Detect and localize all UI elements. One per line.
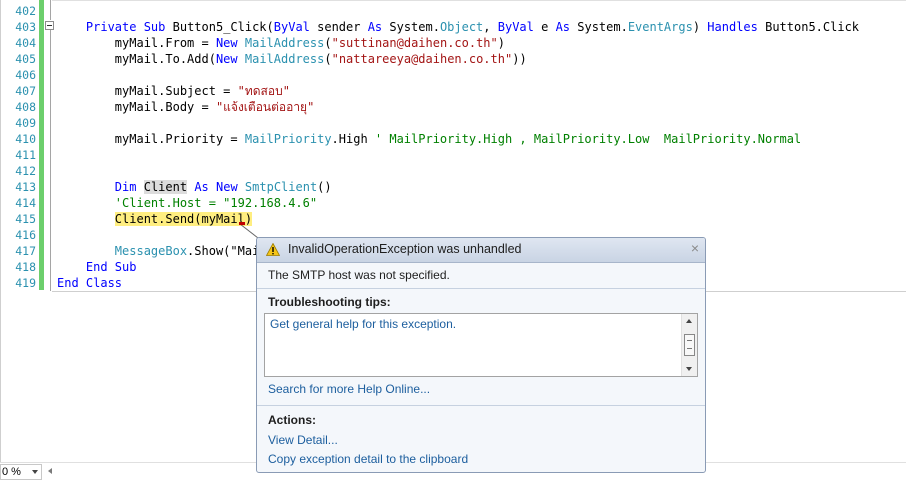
code-line-414: 'Client.Host = "192.168.4.6"	[114, 196, 318, 210]
scroll-up-icon[interactable]	[686, 319, 692, 323]
line-number: 405	[15, 52, 36, 66]
search-help-online-link[interactable]: Search for more Help Online...	[268, 382, 430, 396]
line-number: 413	[15, 180, 36, 194]
line-number: 412	[15, 164, 36, 178]
line-number: 417	[15, 244, 36, 258]
line-number: 402	[15, 4, 36, 18]
line-number: 410	[15, 132, 36, 146]
scroll-thumb[interactable]	[684, 334, 695, 356]
code-line-415: Client.Send(myMail)	[57, 211, 253, 227]
line-number: 404	[15, 36, 36, 50]
code-line-418: End Sub	[85, 260, 137, 274]
editor-top-divider	[52, 0, 906, 1]
line-number: 415	[15, 212, 36, 226]
code-line-413: Dim Client As New SmtpClient()	[114, 180, 332, 194]
divider	[257, 405, 705, 406]
exception-message: The SMTP host was not specified.	[268, 268, 450, 282]
zoom-dropdown[interactable]: 0 %	[0, 464, 42, 480]
divider	[257, 288, 705, 289]
troubleshooting-tips-list[interactable]: Get general help for this exception.	[264, 313, 698, 377]
troubleshooting-heading: Troubleshooting tips:	[268, 295, 391, 309]
exception-assistant: InvalidOperationException was unhandled …	[256, 237, 706, 473]
line-number: 407	[15, 84, 36, 98]
code-line-404: myMail.From = New MailAddress("suttinan@…	[114, 36, 505, 50]
scroll-left-icon[interactable]	[48, 468, 52, 474]
outline-guide	[50, 30, 51, 291]
exception-header[interactable]: InvalidOperationException was unhandled …	[257, 238, 705, 263]
code-line-408: myMail.Body = "แจ้งเตือนต่ออายุ"	[114, 100, 315, 114]
exception-title: InvalidOperationException was unhandled	[288, 242, 522, 256]
line-number: 418	[15, 260, 36, 274]
scroll-down-icon[interactable]	[686, 367, 692, 371]
code-line-403: Private Sub Button5_Click(ByVal sender A…	[85, 20, 860, 34]
line-number: 411	[15, 148, 36, 162]
zoom-value: 0 %	[2, 466, 21, 478]
general-help-link[interactable]: Get general help for this exception.	[270, 317, 456, 331]
line-number: 414	[15, 196, 36, 210]
view-detail-link[interactable]: View Detail...	[268, 433, 338, 447]
code-line-407: myMail.Subject = "ทดสอบ"	[114, 84, 290, 98]
outline-guide	[50, 0, 51, 20]
current-statement-highlight[interactable]: Client.Send(myMail)	[114, 212, 253, 226]
line-number: 406	[15, 68, 36, 82]
line-number: 416	[15, 228, 36, 242]
code-line-417: MessageBox.Show("Mai	[114, 244, 260, 258]
line-number: 419	[15, 276, 36, 290]
line-number: 403	[15, 20, 36, 34]
line-number: 408	[15, 100, 36, 114]
line-number: 409	[15, 116, 36, 130]
copy-exception-link[interactable]: Copy exception detail to the clipboard	[268, 452, 468, 466]
code-line-410: myMail.Priority = MailPriority.High ' Ma…	[114, 132, 802, 146]
warning-icon	[266, 243, 280, 256]
change-tracking-bar	[39, 0, 44, 290]
close-icon[interactable]: ×	[691, 240, 699, 256]
collapse-icon[interactable]	[45, 21, 54, 30]
dropdown-arrow-icon	[32, 470, 38, 474]
code-line-419: End Class	[57, 276, 123, 290]
tips-scrollbar[interactable]	[681, 314, 697, 376]
code-line-405: myMail.To.Add(New MailAddress("nattareey…	[114, 52, 527, 66]
actions-heading: Actions:	[268, 413, 316, 427]
